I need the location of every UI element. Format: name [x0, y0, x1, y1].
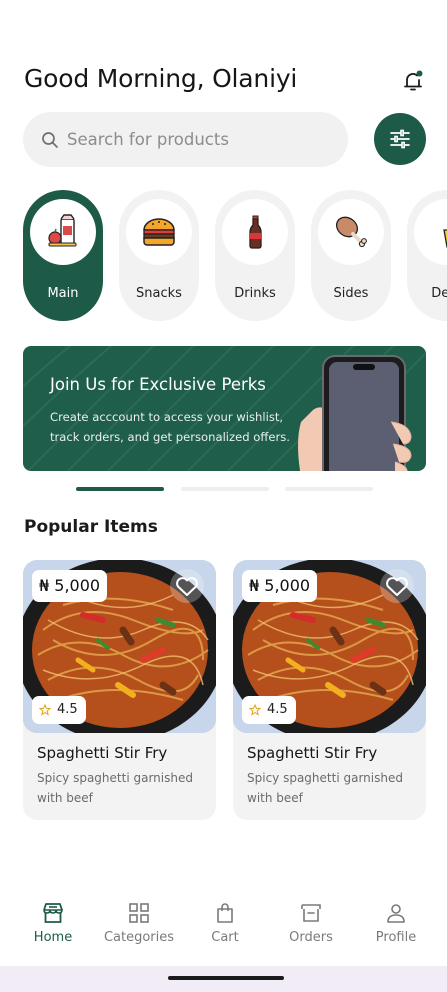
category-label: Drinks: [234, 286, 276, 301]
category-snacks[interactable]: Snacks: [119, 190, 199, 321]
grocery-icon: [30, 199, 96, 265]
product-name: Spaghetti Stir Fry: [247, 744, 378, 762]
product-description: Spicy spaghetti garnished with beef: [247, 771, 403, 805]
search-input[interactable]: [67, 130, 327, 149]
product-card[interactable]: ₦ 5,000 4.5 Spaghetti Stir Fry Spicy spa…: [23, 560, 216, 820]
promo-banner[interactable]: Join Us for Exclusive Perks Create accco…: [23, 346, 426, 471]
carousel-dot-2[interactable]: [181, 487, 269, 491]
carousel-dot-1[interactable]: [76, 487, 164, 491]
popular-items-title: Popular Items: [24, 517, 158, 537]
grid-icon: [129, 903, 149, 923]
store-icon: [43, 903, 63, 923]
category-label: Sides: [333, 286, 369, 301]
tab-label: Cart: [211, 930, 239, 945]
rating-badge: 4.5: [32, 696, 86, 724]
favorite-heart-icon[interactable]: [380, 569, 414, 603]
greeting-title: Good Morning, Olaniyi: [24, 64, 298, 93]
carousel-dot-3[interactable]: [285, 487, 373, 491]
bottle-icon: [222, 199, 288, 265]
rating-value: 4.5: [267, 702, 288, 717]
product-name: Spaghetti Stir Fry: [37, 744, 168, 762]
system-home-bar: [0, 966, 447, 992]
category-label: Main: [47, 286, 79, 301]
bag-icon: [217, 903, 233, 923]
tab-profile[interactable]: Profile: [353, 902, 439, 945]
star-icon: [249, 704, 261, 716]
bottom-tab-bar: Home Categories Cart Orders Profile: [0, 890, 447, 960]
chicken-leg-icon: [318, 199, 384, 265]
tab-label: Profile: [375, 930, 417, 945]
search-bar[interactable]: [23, 112, 348, 167]
tab-label: Categories: [103, 930, 175, 945]
price-tag: ₦ 5,000: [242, 570, 318, 602]
notification-bell-icon[interactable]: [400, 68, 426, 94]
banner-title: Join Us for Exclusive Perks: [50, 375, 266, 394]
star-icon: [39, 704, 51, 716]
tab-categories[interactable]: Categories: [96, 902, 182, 945]
filter-button[interactable]: [374, 113, 426, 165]
tab-orders[interactable]: Orders: [268, 902, 354, 945]
price-tag: ₦ 5,000: [32, 570, 108, 602]
category-list: Main Snacks Drinks Sides De: [23, 190, 447, 322]
rating-value: 4.5: [57, 702, 78, 717]
tab-label: Orders: [289, 930, 333, 945]
burger-icon: [126, 199, 192, 265]
tab-home[interactable]: Home: [10, 902, 96, 945]
product-description: Spicy spaghetti garnished with beef: [37, 771, 193, 805]
category-sides[interactable]: Sides: [311, 190, 391, 321]
tab-cart[interactable]: Cart: [182, 902, 268, 945]
favorite-heart-icon[interactable]: [170, 569, 204, 603]
phone-in-hand-image: [298, 355, 412, 471]
search-icon: [42, 131, 58, 148]
category-label: Snacks: [136, 286, 182, 301]
rating-badge: 4.5: [242, 696, 296, 724]
archive-icon: [301, 904, 321, 922]
category-desserts[interactable]: Dess: [407, 190, 447, 321]
banner-body: Create acccount to access your wishlist,…: [50, 410, 290, 444]
category-drinks[interactable]: Drinks: [215, 190, 295, 321]
carousel-indicator: [0, 487, 447, 493]
product-card[interactable]: ₦ 5,000 4.5 Spaghetti Stir Fry Spicy spa…: [233, 560, 426, 820]
dessert-icon: [414, 199, 447, 265]
user-icon: [387, 904, 405, 923]
tab-label: Home: [33, 930, 73, 945]
category-label: Dess: [431, 286, 447, 301]
sliders-icon: [390, 129, 410, 149]
category-main[interactable]: Main: [23, 190, 103, 321]
home-indicator[interactable]: [168, 976, 284, 980]
